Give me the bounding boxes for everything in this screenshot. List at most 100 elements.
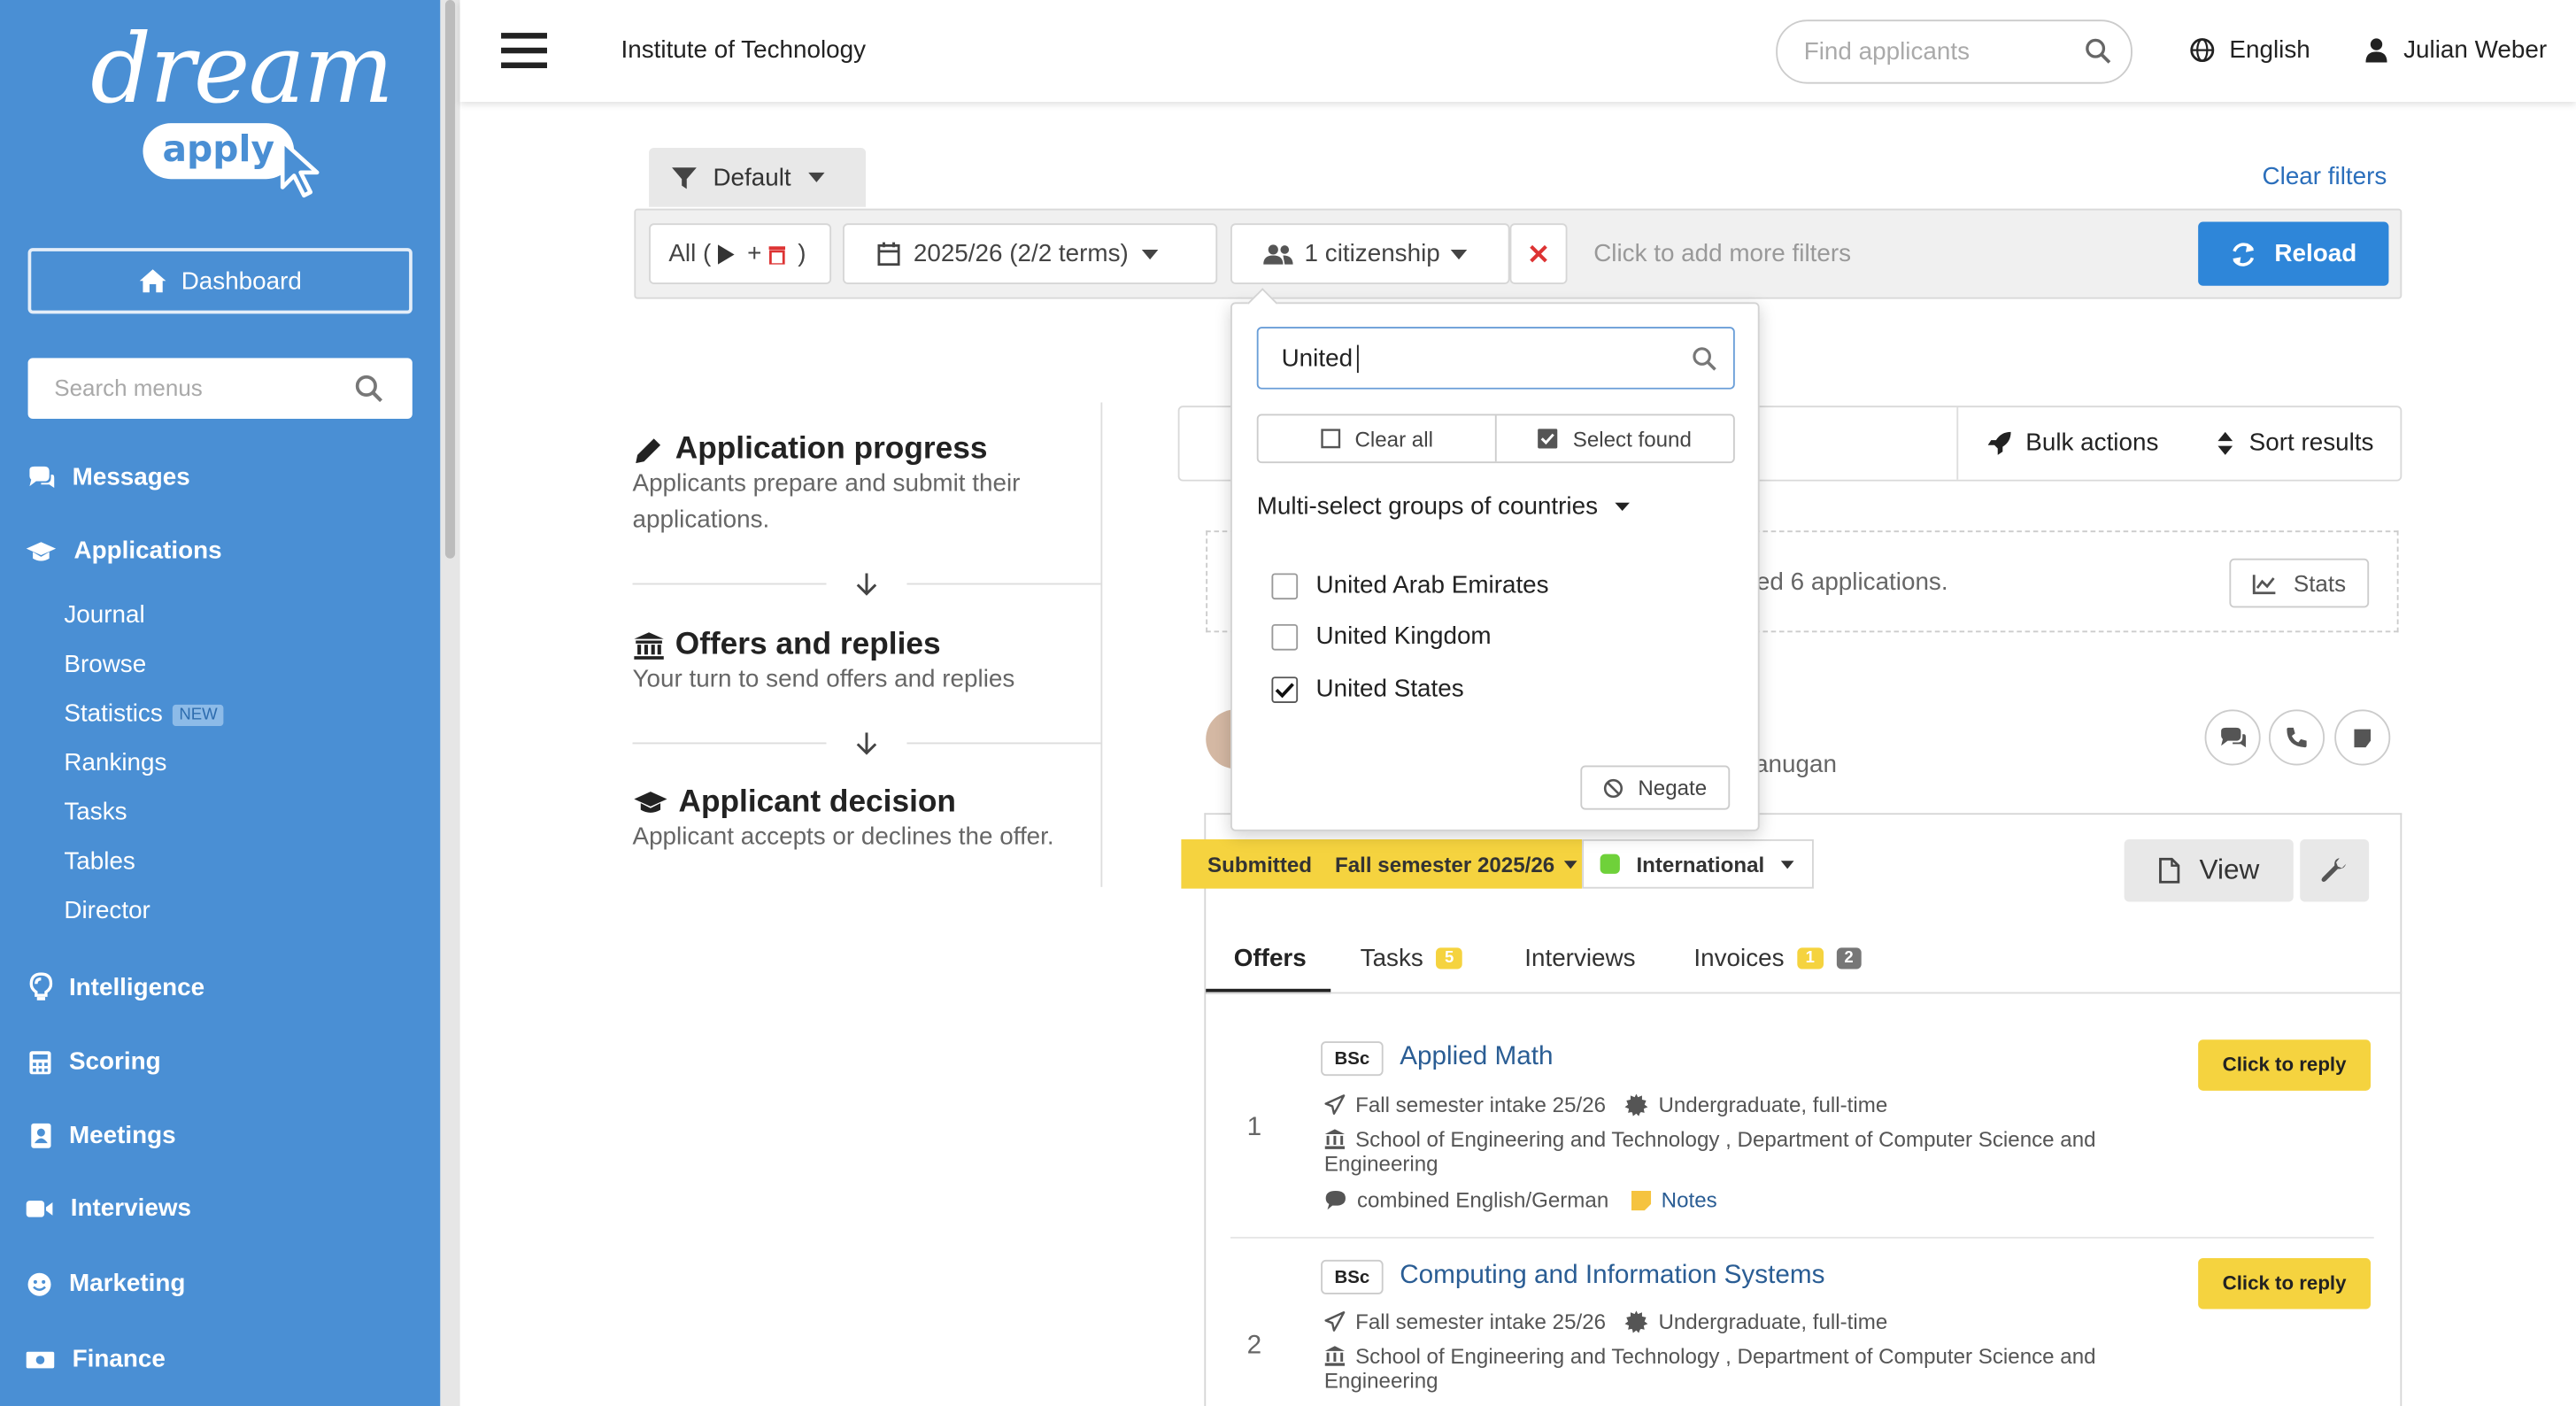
add-filters-prompt[interactable]: Click to add more filters <box>1593 240 1851 268</box>
sidebar-item-marketing[interactable]: Marketing <box>27 1270 185 1298</box>
country-groups-toggle[interactable]: Multi-select groups of countries <box>1257 493 1630 521</box>
sidebar-item-interviews[interactable]: Interviews <box>25 1194 191 1222</box>
notes-link[interactable]: Notes <box>1662 1187 1717 1212</box>
ban-icon <box>1603 777 1623 798</box>
sidebar-item-scoring[interactable]: Scoring <box>28 1047 161 1077</box>
program-link[interactable]: Applied Math <box>1400 1043 1553 1072</box>
graduation-cap-icon <box>26 541 57 560</box>
message-button[interactable] <box>2204 709 2261 766</box>
cursor-logo-icon <box>280 139 320 198</box>
paper-plane-icon <box>1324 1311 1346 1332</box>
lightbulb-icon <box>29 972 53 1000</box>
type-label: International <box>1636 851 1765 877</box>
note-button[interactable] <box>2334 709 2391 766</box>
sidebar-item-tables[interactable]: Tables <box>64 847 135 876</box>
sidebar-item-browse[interactable]: Browse <box>64 651 146 679</box>
search-icon[interactable] <box>355 375 383 403</box>
term-filter[interactable]: 2025/26 (2/2 terms) <box>843 223 1218 284</box>
tab-offers-label: Offers <box>1233 944 1307 973</box>
applicant-name-partial: anugan <box>1755 750 1837 779</box>
sidebar-item-director[interactable]: Director <box>64 897 150 925</box>
address-book-icon <box>31 1123 51 1148</box>
tab-interviews[interactable]: Interviews <box>1524 945 1635 973</box>
sidebar-item-meetings[interactable]: Meetings <box>29 1122 176 1150</box>
sidebar-item-journal[interactable]: Journal <box>64 601 144 630</box>
country-name: United Kingdom <box>1315 622 1492 651</box>
language-label: English <box>2229 35 2310 65</box>
rocket-icon <box>1987 431 2011 455</box>
sidebar-item-rankings[interactable]: Rankings <box>64 749 166 777</box>
sidebar-item-intelligence[interactable]: Intelligence <box>29 972 204 1001</box>
country-search-value: United <box>1281 344 1354 374</box>
select-found-label: Select found <box>1572 426 1692 452</box>
dashboard-button[interactable]: Dashboard <box>27 248 413 314</box>
user-menu[interactable]: Julian Weber <box>2365 36 2547 64</box>
caret-down-icon <box>1449 249 1467 259</box>
sidebar-label-intelligence: Intelligence <box>68 973 205 1001</box>
negate-button[interactable]: Negate <box>1580 765 1731 810</box>
offer-school-row: School of Engineering and Technology , D… <box>1324 1344 2096 1368</box>
applicant-decision-title: Applicant decision <box>633 785 956 822</box>
citizenship-filter[interactable]: 1 citizenship <box>1230 223 1510 284</box>
applicant-type-select[interactable]: International <box>1582 838 1814 889</box>
applicant-decision-heading: Applicant decision <box>678 784 956 820</box>
program-link[interactable]: Computing and Information Systems <box>1400 1262 1824 1291</box>
users-icon <box>1263 243 1293 264</box>
application-progress-heading: Application progress <box>675 431 988 467</box>
search-icon[interactable] <box>1693 346 1717 371</box>
sidebar-item-messages[interactable]: Messages <box>27 463 190 491</box>
sidebar-item-tasks[interactable]: Tasks <box>64 799 127 827</box>
find-applicants-input[interactable]: Find applicants <box>1776 19 2133 84</box>
chart-line-icon <box>2252 574 2276 594</box>
stats-button[interactable]: Stats <box>2229 558 2370 608</box>
sidebar-label-scoring: Scoring <box>68 1047 161 1077</box>
tab-interviews-label: Interviews <box>1524 944 1636 973</box>
results-count-text: ed 6 applications. <box>1755 568 1948 597</box>
menu-search-input[interactable]: Search menus <box>27 358 413 420</box>
tab-offers[interactable]: Offers <box>1234 945 1307 973</box>
select-found-button[interactable]: Select found <box>1497 415 1733 461</box>
find-applicants-placeholder: Find applicants <box>1803 37 1971 66</box>
tab-invoices[interactable]: Invoices 1 2 <box>1693 944 1862 973</box>
remove-citizenship-filter-button[interactable] <box>1509 223 1568 284</box>
filter-preset-tab[interactable]: Default <box>649 147 867 207</box>
click-to-reply-button[interactable]: Click to reply <box>2198 1039 2372 1091</box>
status-filter[interactable]: All ( + ) <box>649 223 832 284</box>
country-option[interactable]: United Arab Emirates <box>1271 572 1549 599</box>
square-icon <box>1320 429 1340 449</box>
tab-invoices-label: Invoices <box>1693 944 1785 973</box>
call-button[interactable] <box>2268 709 2325 766</box>
tab-tasks-label: Tasks <box>1360 944 1423 973</box>
country-checkbox-checked[interactable] <box>1271 676 1299 703</box>
settings-button[interactable] <box>2300 838 2370 902</box>
divider <box>632 742 827 745</box>
offer-intake: Fall semester intake 25/26 <box>1355 1309 1607 1334</box>
country-checkbox[interactable] <box>1271 623 1299 650</box>
click-to-reply-button[interactable]: Click to reply <box>2198 1258 2372 1309</box>
country-option[interactable]: United Kingdom <box>1271 622 1492 651</box>
country-checkbox[interactable] <box>1271 572 1299 599</box>
sort-results-button[interactable]: Sort results <box>2217 429 2373 457</box>
sidebar-label-finance: Finance <box>72 1345 166 1373</box>
sidebar-item-finance[interactable]: Finance <box>25 1345 166 1373</box>
bulk-actions-button[interactable]: Bulk actions <box>1987 429 2158 457</box>
reload-button[interactable]: Reload <box>2198 221 2389 286</box>
language-selector[interactable]: English <box>2190 35 2310 65</box>
status-badge[interactable]: Submitted Fall semester 2025/26 <box>1181 838 1583 889</box>
country-option[interactable]: United States <box>1271 675 1464 703</box>
arrow-down-icon <box>856 732 877 755</box>
search-icon[interactable] <box>2085 38 2111 65</box>
tabs-divider <box>1206 992 2402 994</box>
tab-tasks[interactable]: Tasks 5 <box>1360 944 1462 973</box>
clear-filters-link[interactable]: Clear filters <box>2263 163 2387 191</box>
clear-all-button[interactable]: Clear all <box>1259 415 1497 462</box>
sidebar-item-applications[interactable]: Applications <box>25 537 222 565</box>
hamburger-menu-icon[interactable] <box>501 31 548 71</box>
sidebar-scrollbar-thumb[interactable] <box>444 0 456 559</box>
sidebar-item-statistics[interactable]: Statistics NEW <box>64 699 225 728</box>
country-search-input[interactable]: United <box>1256 327 1735 390</box>
view-button[interactable]: View <box>2124 838 2294 902</box>
comments-icon <box>29 465 55 488</box>
applicant-decision-text: Applicant accepts or declines the offer. <box>632 823 1054 851</box>
text-cursor <box>1356 344 1359 374</box>
